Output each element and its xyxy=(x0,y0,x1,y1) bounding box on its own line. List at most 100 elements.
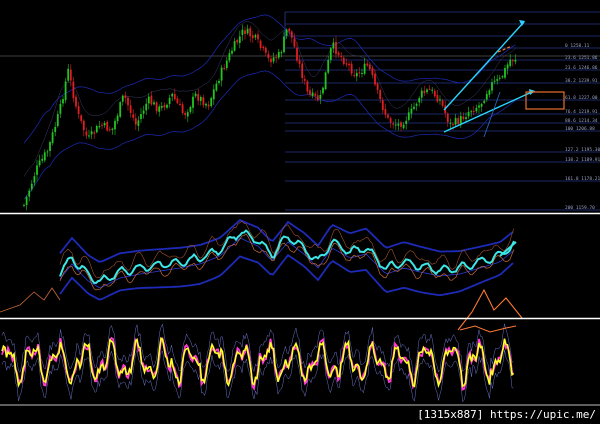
candle-body xyxy=(418,98,421,103)
candle-body xyxy=(114,120,116,130)
candle-body xyxy=(402,124,405,129)
candle-body xyxy=(311,92,314,97)
candle-body xyxy=(436,94,439,102)
candle-body xyxy=(288,28,291,32)
candle-body xyxy=(324,72,327,90)
candle-body xyxy=(199,96,202,101)
candle-body xyxy=(111,128,114,130)
candle-body xyxy=(285,29,288,36)
candle-body xyxy=(493,80,496,82)
candle-body xyxy=(384,109,387,115)
candle-body xyxy=(267,53,270,59)
candle-body xyxy=(95,126,98,133)
candle-body xyxy=(467,111,470,117)
candle-body xyxy=(420,90,423,98)
candle-body xyxy=(342,57,345,64)
candle-body xyxy=(145,103,148,111)
candle-body xyxy=(298,60,301,64)
candle-body xyxy=(306,81,309,92)
price-candles xyxy=(23,24,517,211)
candle-body xyxy=(98,126,101,128)
candle-body xyxy=(124,95,127,98)
candle-body xyxy=(433,90,436,97)
candle-body xyxy=(264,47,267,53)
highlight-box xyxy=(525,91,565,110)
candle-body xyxy=(361,73,363,75)
candle-body xyxy=(392,123,395,125)
candle-body xyxy=(389,118,392,123)
fib-level-label: 127.2 1195.30 xyxy=(565,147,600,153)
candle-body xyxy=(54,126,57,133)
candle-body xyxy=(322,87,324,94)
candle-body xyxy=(316,95,319,101)
fib-level-label: 23.6 1246.86 xyxy=(565,65,598,71)
candle-body xyxy=(249,28,252,37)
candle-body xyxy=(28,190,31,197)
candle-body xyxy=(215,83,218,91)
indicator-lower-band xyxy=(59,253,514,301)
candle-body xyxy=(415,103,418,106)
candle-body xyxy=(116,115,119,122)
candle-body xyxy=(51,132,54,144)
candle-body xyxy=(491,82,493,91)
candle-body xyxy=(106,121,109,131)
candle-body xyxy=(168,97,171,105)
candle-body xyxy=(452,124,454,126)
candle-body xyxy=(163,105,166,108)
candle-body xyxy=(181,104,184,113)
candle-body xyxy=(501,76,504,78)
candle-body xyxy=(340,55,343,57)
candle-body xyxy=(496,79,499,81)
candle-body xyxy=(194,93,197,97)
candle-body xyxy=(283,36,285,53)
candle-body xyxy=(470,111,473,113)
candle-body xyxy=(69,69,72,81)
candle-body xyxy=(358,72,361,74)
candle-body xyxy=(155,102,158,112)
candle-body xyxy=(189,107,192,112)
candle-body xyxy=(335,41,337,55)
candle-body xyxy=(153,102,155,105)
candle-body xyxy=(262,46,265,49)
channel-upper-trendline xyxy=(443,21,525,111)
candle-body xyxy=(210,97,213,107)
candle-body xyxy=(376,83,379,90)
indicator-panel xyxy=(0,218,523,331)
candle-body xyxy=(212,89,215,100)
candle-body xyxy=(368,64,371,70)
candle-body xyxy=(192,96,194,108)
candle-body xyxy=(293,38,296,47)
candle-body xyxy=(319,94,322,99)
candle-body xyxy=(184,112,187,116)
candle-body xyxy=(56,114,59,127)
candle-body xyxy=(38,160,41,166)
candle-body xyxy=(459,115,462,124)
candle-body xyxy=(254,35,257,38)
candle-body xyxy=(238,36,241,43)
candle-body xyxy=(488,90,491,95)
candle-body xyxy=(329,48,332,60)
candle-body xyxy=(119,102,122,117)
candle-body xyxy=(103,122,106,126)
candle-body xyxy=(64,81,67,101)
candle-body xyxy=(121,95,124,102)
indicator-left-tail xyxy=(0,287,61,313)
candle-body xyxy=(337,52,340,56)
candle-body xyxy=(511,60,514,62)
candle-body xyxy=(504,67,506,78)
candle-body xyxy=(62,99,64,104)
candle-body xyxy=(36,165,38,175)
fibonacci-levels: 0 1258.11 23.6 1251.86 23.6 1246.86 38.2 12… xyxy=(0,11,600,211)
candle-body xyxy=(257,34,259,40)
candle-body xyxy=(366,63,369,66)
candle-body xyxy=(233,41,236,51)
candle-body xyxy=(381,100,384,111)
candle-body xyxy=(439,99,441,101)
candle-body xyxy=(275,57,278,59)
candle-body xyxy=(25,196,28,205)
candle-body xyxy=(43,152,46,161)
candle-body xyxy=(397,123,400,126)
candle-body xyxy=(244,30,246,34)
candle-body xyxy=(428,88,431,90)
candle-body xyxy=(158,106,161,112)
